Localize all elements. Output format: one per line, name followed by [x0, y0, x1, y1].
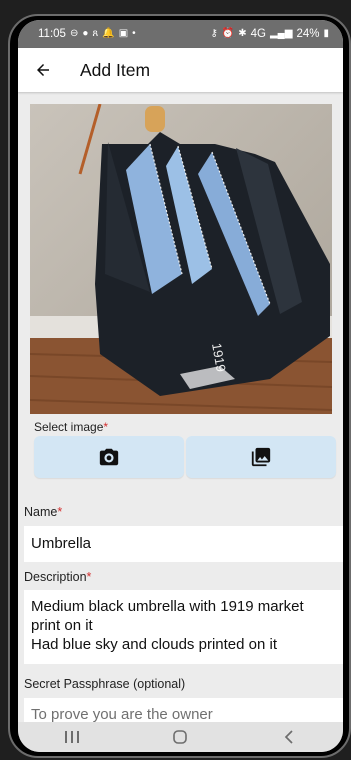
device-frame: 11:05 ⊖ ● ጸ 🔔 ▣ • ⚷ ⏰ ✱ 4G ▂▄▆ 24% ▮ Add…	[8, 14, 351, 758]
page-title: Add Item	[80, 59, 151, 80]
recent-apps-button[interactable]	[42, 722, 102, 752]
messages-icon: ●	[82, 28, 89, 39]
description-line: Medium black umbrella with 1919 market	[31, 598, 304, 615]
arrow-back-icon	[37, 64, 49, 76]
more-dot-icon: •	[132, 28, 136, 39]
select-image-text: Select image	[34, 420, 104, 434]
status-time: 11:05	[38, 28, 66, 40]
secret-passphrase-label: Secret Passphrase (optional)	[24, 677, 186, 691]
home-icon	[173, 730, 188, 744]
app-bar: Add Item	[18, 48, 343, 92]
gallery-button[interactable]	[186, 436, 336, 478]
battery-icon: ▮	[323, 28, 329, 39]
screen: 11:05 ⊖ ● ጸ 🔔 ▣ • ⚷ ⏰ ✱ 4G ▂▄▆ 24% ▮ Add…	[18, 20, 343, 752]
status-left: 11:05 ⊖ ● ጸ 🔔 ▣ •	[38, 28, 136, 40]
battery-percent: 24%	[296, 28, 320, 40]
item-photo[interactable]: 1919	[30, 104, 332, 414]
home-button[interactable]	[150, 722, 210, 752]
select-image-label: Select image*	[34, 420, 108, 434]
recent-apps-icon	[65, 731, 80, 743]
description-line: Had blue sky and clouds printed on it	[31, 636, 277, 653]
name-input[interactable]: Umbrella	[24, 526, 343, 562]
camera-icon	[99, 448, 119, 466]
do-not-disturb-icon: ⊖	[69, 28, 79, 39]
description-label-text: Description	[24, 570, 87, 584]
key-icon: ⚷	[210, 28, 218, 39]
description-label: Description*	[24, 570, 91, 584]
notification-bell-icon: 🔔	[102, 28, 115, 39]
gallery-icon	[251, 447, 271, 467]
status-bar: 11:05 ⊖ ● ጸ 🔔 ▣ • ⚷ ⏰ ✱ 4G ▂▄▆ 24% ▮	[18, 20, 343, 48]
required-mark: *	[103, 420, 109, 434]
required-mark: *	[57, 505, 63, 519]
umbrella-photo-icon: 1919	[30, 104, 332, 414]
status-right: ⚷ ⏰ ✱ 4G ▂▄▆ 24% ▮	[210, 28, 329, 40]
back-nav-button[interactable]	[259, 722, 319, 752]
name-label: Name*	[24, 505, 62, 519]
network-type: 4G	[250, 28, 266, 40]
group-icon: ጸ	[92, 28, 99, 39]
secret-passphrase-input[interactable]: To prove you are the owner	[24, 698, 343, 722]
system-nav-bar	[18, 722, 343, 752]
name-label-text: Name	[24, 505, 58, 519]
description-input[interactable]: Medium black umbrella with 1919 market p…	[24, 590, 343, 664]
calendar-icon: ▣	[118, 28, 129, 39]
chevron-left-icon	[284, 730, 293, 744]
signal-icon: ▂▄▆	[269, 28, 293, 39]
camera-button[interactable]	[34, 436, 184, 478]
bluetooth-icon: ✱	[238, 28, 247, 39]
back-button[interactable]	[28, 55, 58, 85]
form-content[interactable]: 1919 Select image* Name* Umbrella Descri…	[18, 92, 343, 722]
required-mark: *	[86, 570, 92, 584]
description-line: print on it	[31, 617, 93, 634]
alarm-icon: ⏰	[221, 28, 235, 39]
